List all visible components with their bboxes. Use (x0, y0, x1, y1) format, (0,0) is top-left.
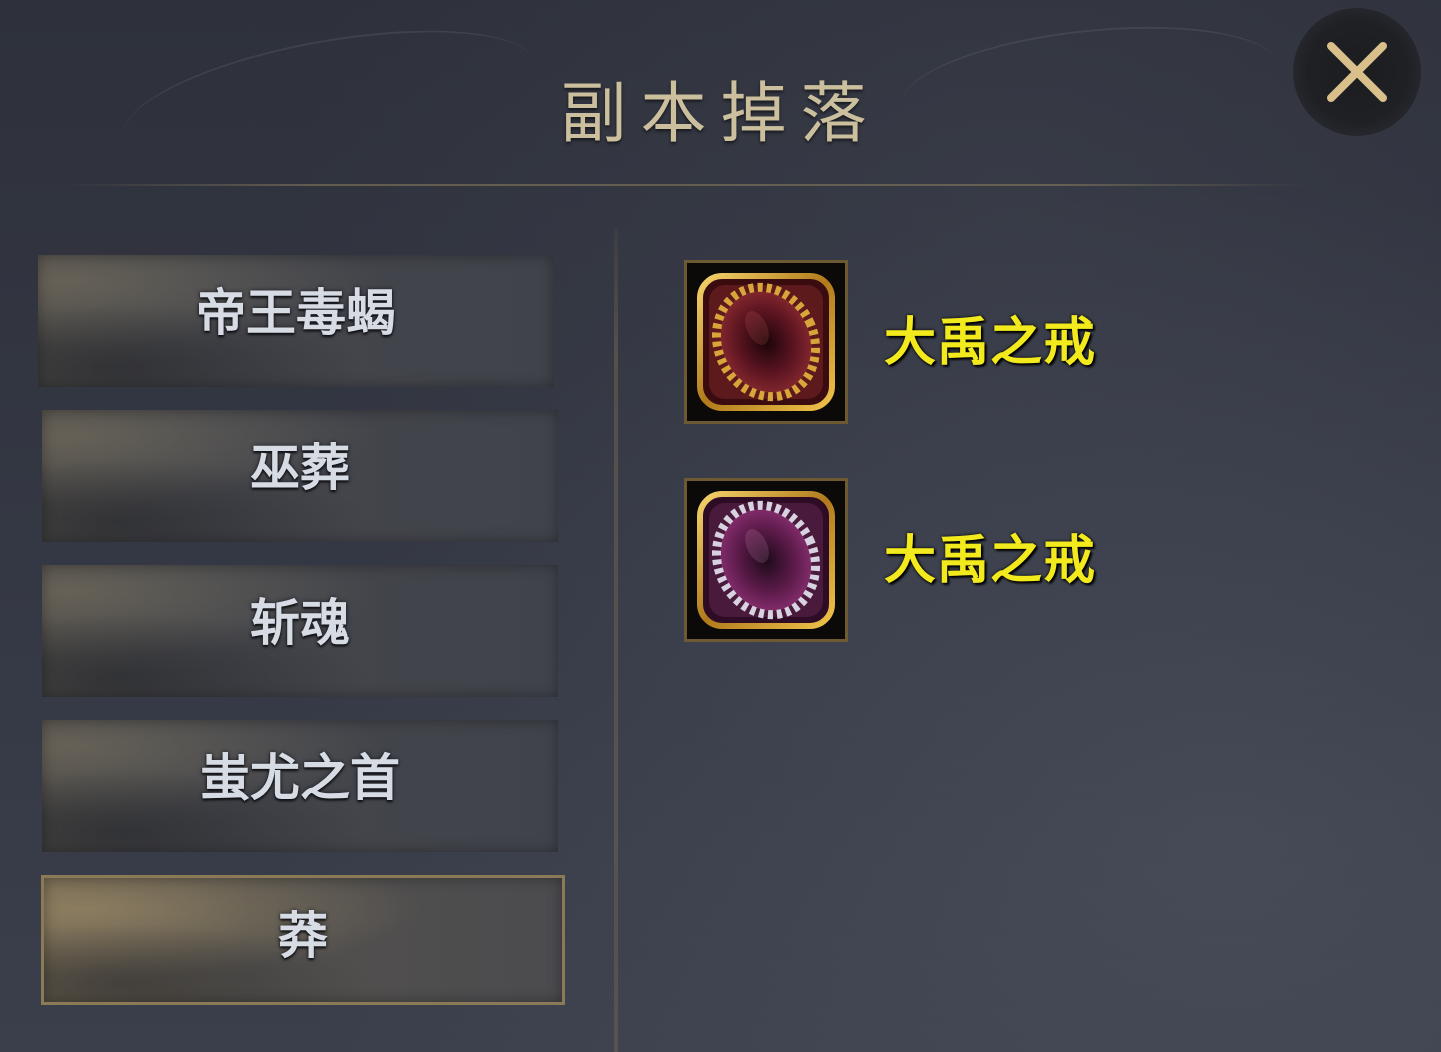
drop-item: 大禹之戒 (684, 260, 1284, 424)
title-underline (60, 184, 1310, 186)
silver-ring-icon (697, 491, 835, 629)
boss-tab-label: 莽 (278, 907, 328, 965)
gold-ring-icon (697, 273, 835, 411)
boss-tab-label: 帝王毒蝎 (196, 284, 396, 342)
boss-tab-label: 斩魂 (250, 594, 350, 652)
boss-tab-mang[interactable]: 莽 (41, 875, 565, 1005)
item-name: 大禹之戒 (884, 313, 1097, 373)
window-title: 副本掉落 (560, 75, 881, 152)
dungeon-drop-window: 副本掉落 帝王毒蝎 巫葬 斩魂 蚩尤之首 莽 大禹之戒 大禹之戒 (0, 0, 1441, 1052)
panel-divider (614, 228, 618, 1052)
boss-tab-chiyou-zhishou[interactable]: 蚩尤之首 (42, 720, 558, 852)
item-name: 大禹之戒 (884, 531, 1097, 591)
close-x-icon (1327, 42, 1387, 102)
boss-tab-label: 蚩尤之首 (200, 749, 400, 807)
boss-tab-zhanhun[interactable]: 斩魂 (42, 565, 558, 697)
boss-tab-label: 巫葬 (250, 439, 350, 497)
item-slot[interactable] (684, 478, 848, 642)
drop-item: 大禹之戒 (684, 478, 1284, 642)
item-slot[interactable] (684, 260, 848, 424)
boss-tab-dwang-duxie[interactable]: 帝王毒蝎 (38, 255, 554, 387)
close-button[interactable] (1293, 8, 1421, 136)
boss-tab-wuzang[interactable]: 巫葬 (42, 410, 558, 542)
